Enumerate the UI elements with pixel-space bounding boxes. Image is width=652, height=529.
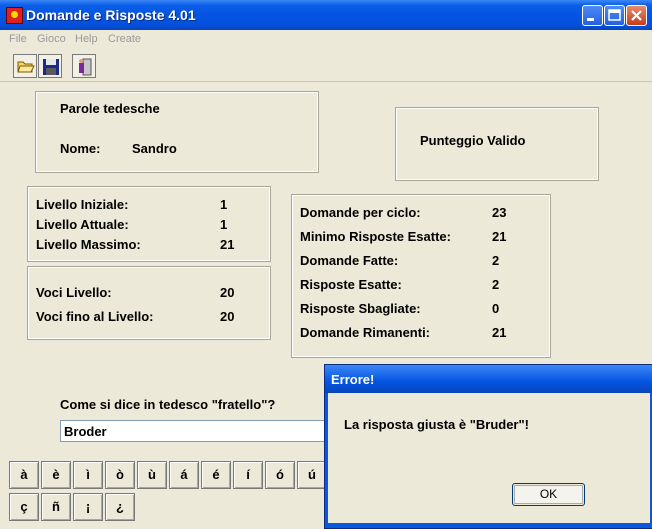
special-key[interactable]: ¡ (73, 493, 103, 521)
stat-value: 2 (492, 253, 500, 268)
ok-button[interactable]: OK (512, 483, 585, 506)
accent-key[interactable]: ú (297, 461, 327, 489)
close-button[interactable] (626, 5, 647, 26)
score-status: Punteggio Valido (420, 133, 526, 148)
accent-key[interactable]: í (233, 461, 263, 489)
entries-label: Voci Livello: (36, 285, 112, 300)
dialog-title: Errore! (331, 372, 375, 387)
menu-create[interactable]: Create (108, 33, 141, 45)
special-key[interactable]: ¿ (105, 493, 135, 521)
accent-key[interactable]: ó (265, 461, 295, 489)
accent-key[interactable]: é (201, 461, 231, 489)
maximize-button[interactable] (604, 5, 625, 26)
menu-help[interactable]: Help (75, 33, 98, 45)
app-icon (6, 7, 23, 24)
exit-button[interactable] (72, 54, 96, 78)
entries-value: 20 (220, 285, 235, 300)
answer-input[interactable]: Broder (60, 420, 340, 442)
level-value: 1 (220, 217, 228, 232)
main-window: Domande e Risposte 4.01 File Gioco Help … (0, 0, 652, 529)
menu-gioco[interactable]: Gioco (37, 33, 66, 45)
minimize-icon (587, 18, 594, 21)
stat-label: Minimo Risposte Esatte: (300, 229, 451, 244)
question-text: Come si dice in tedesco "fratello"? (60, 397, 276, 412)
stat-label: Risposte Esatte: (300, 277, 402, 292)
level-label: Livello Attuale: (36, 217, 129, 232)
entries-value: 20 (220, 309, 235, 324)
stat-value: 23 (492, 205, 507, 220)
dialog-body: La risposta giusta è "Bruder"! OK (328, 393, 650, 523)
accent-key[interactable]: ì (73, 461, 103, 489)
level-label: Livello Iniziale: (36, 197, 129, 212)
accent-key[interactable]: ò (105, 461, 135, 489)
minimize-button[interactable] (582, 5, 603, 26)
entries-label: Voci fino al Livello: (36, 309, 154, 324)
accent-key[interactable]: è (41, 461, 71, 489)
open-folder-icon (17, 61, 35, 73)
level-label: Livello Massimo: (36, 237, 141, 252)
title-bar[interactable]: Domande e Risposte 4.01 (0, 0, 652, 30)
close-icon (631, 10, 642, 21)
menu-bar: File Gioco Help Create (0, 30, 652, 50)
level-value: 1 (220, 197, 228, 212)
exit-door-icon (79, 58, 92, 76)
special-key[interactable]: ñ (41, 493, 71, 521)
stat-label: Domande Rimanenti: (300, 325, 431, 340)
stat-label: Domande per ciclo: (300, 205, 421, 220)
stat-value: 2 (492, 277, 500, 292)
window-title: Domande e Risposte 4.01 (26, 7, 196, 23)
stat-value: 0 (492, 301, 500, 316)
open-button[interactable] (13, 54, 37, 78)
accent-key[interactable]: á (169, 461, 199, 489)
accent-key[interactable]: à (9, 461, 39, 489)
accent-key[interactable]: ù (137, 461, 167, 489)
name-label: Nome: (60, 141, 101, 156)
dialog-title-bar[interactable]: Errore! (325, 365, 652, 393)
error-dialog: Errore! La risposta giusta è "Bruder"! O… (324, 364, 652, 529)
entries-group (27, 266, 271, 340)
save-button[interactable] (38, 54, 62, 78)
floppy-disk-icon (43, 59, 59, 75)
menu-file[interactable]: File (9, 33, 27, 45)
dialog-message: La risposta giusta è "Bruder"! (344, 417, 529, 432)
stat-label: Risposte Sbagliate: (300, 301, 421, 316)
maximize-icon (608, 9, 621, 21)
name-value: Sandro (132, 141, 177, 156)
level-value: 21 (220, 237, 235, 252)
stat-value: 21 (492, 229, 507, 244)
subject-label: Parole tedesche (60, 101, 160, 116)
stat-label: Domande Fatte: (300, 253, 399, 268)
special-key[interactable]: ç (9, 493, 39, 521)
toolbar (0, 51, 652, 82)
stat-value: 21 (492, 325, 507, 340)
